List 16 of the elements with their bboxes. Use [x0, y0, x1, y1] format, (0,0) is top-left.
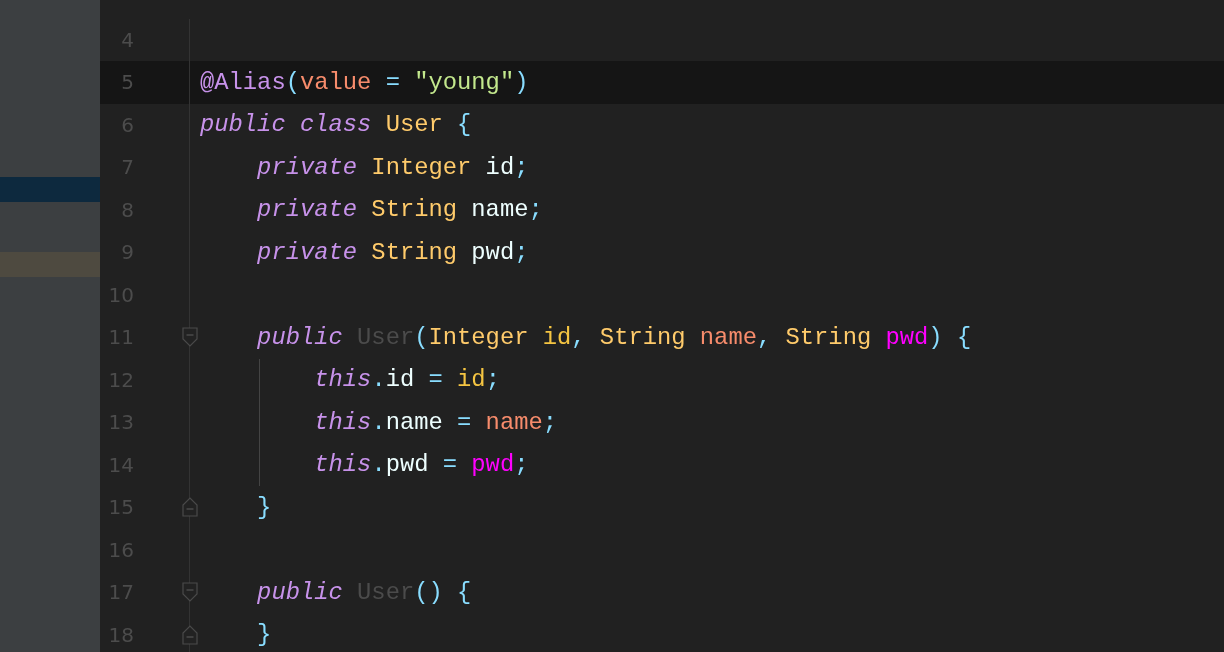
unfold-icon[interactable]: [182, 497, 198, 517]
code-line: this.name = name;: [313, 408, 558, 436]
code-line: private String name;: [256, 196, 543, 224]
code-line: this.id = id;: [313, 366, 500, 394]
code-line: private Integer id;: [256, 153, 529, 181]
code-line: }: [256, 621, 272, 649]
code-line: }: [256, 493, 272, 521]
selected-row[interactable]: [0, 177, 100, 202]
code-line: private String pwd;: [256, 238, 529, 266]
fold-icon[interactable]: [182, 582, 198, 602]
fold-icon[interactable]: [182, 327, 198, 347]
code-line: this.pwd = pwd;: [313, 451, 529, 479]
code-line: @Alias(value = "young"): [200, 68, 529, 96]
code-line: public class User {: [200, 111, 472, 139]
highlighted-row[interactable]: [0, 252, 100, 277]
unfold-icon[interactable]: [182, 624, 198, 645]
